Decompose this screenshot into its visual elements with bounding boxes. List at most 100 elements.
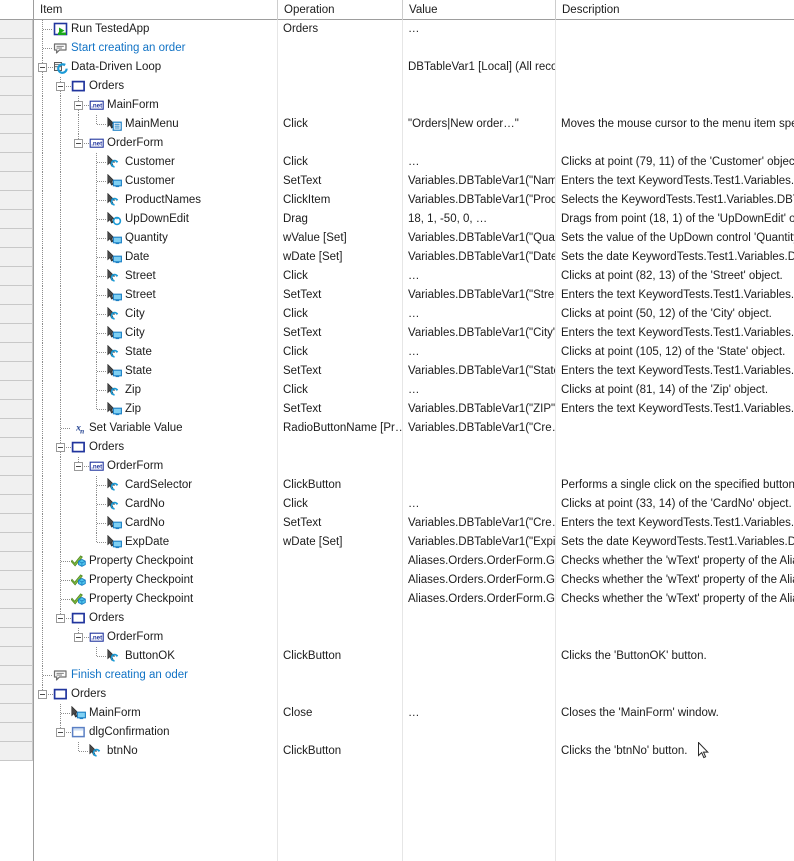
cell-description[interactable] [555,39,794,58]
cell-item[interactable]: ButtonOK [34,647,277,666]
gutter-row-cell[interactable] [0,609,33,628]
row-selector-gutter[interactable] [0,0,34,861]
cell-item[interactable]: Customer [34,172,277,191]
gutter-row-cell[interactable] [0,134,33,153]
grid-row[interactable]: UpDownEdit Drag 18, 1, -50, 0, … Drags from… [34,210,794,229]
gutter-row-cell[interactable] [0,666,33,685]
cell-description[interactable] [555,419,794,438]
cell-operation[interactable] [277,723,402,742]
gutter-row-cell[interactable] [0,419,33,438]
cell-operation[interactable]: Click [277,267,402,286]
cell-description[interactable]: Clicks at point (33, 14) of the 'CardNo'… [555,495,794,514]
gutter-row-cell[interactable] [0,514,33,533]
cell-item[interactable]: ExpDate [34,533,277,552]
gutter-row-cell[interactable] [0,495,33,514]
cell-item[interactable]: State [34,362,277,381]
cell-description[interactable]: Enters the text KeywordTests.Test1.Varia… [555,324,794,343]
cell-item[interactable]: Quantity [34,229,277,248]
cell-description[interactable]: Clicks at point (50, 12) of the 'City' o… [555,305,794,324]
gutter-row-cell[interactable] [0,533,33,552]
cell-value[interactable]: … [402,267,555,286]
grid-row[interactable]: CardNo SetText Variables.DBTableVar1("Cre…… [34,514,794,533]
tree-expander-toggle[interactable] [56,82,65,91]
cell-item[interactable]: Customer [34,153,277,172]
column-header-operation[interactable]: Operation [277,0,402,20]
cell-description[interactable] [555,438,794,457]
cell-operation[interactable]: SetText [277,324,402,343]
cell-value[interactable]: … [402,153,555,172]
cell-description[interactable]: Moves the mouse cursor to the menu item … [555,115,794,134]
grid-row[interactable]: Customer SetText Variables.DBTableVar1("Na… [34,172,794,191]
cell-description[interactable] [555,77,794,96]
gutter-row-cell[interactable] [0,476,33,495]
gutter-row-cell[interactable] [0,20,33,39]
cell-operation[interactable] [277,590,402,609]
cell-item[interactable]: CardSelector [34,476,277,495]
cell-operation[interactable] [277,39,402,58]
grid-row[interactable]: Zip SetText Variables.DBTableVar1("ZIP") En… [34,400,794,419]
gutter-row-cell[interactable] [0,457,33,476]
cell-item[interactable]: Orders [34,438,277,457]
gutter-row-cell[interactable] [0,248,33,267]
cell-description[interactable] [555,96,794,115]
cell-operation[interactable] [277,457,402,476]
cell-value[interactable]: Variables.DBTableVar1("Cre… [402,514,555,533]
grid-row[interactable]: City SetText Variables.DBTableVar1("City")… [34,324,794,343]
cell-description[interactable]: Sets the date KeywordTests.Test1.Variabl… [555,248,794,267]
grid-row[interactable]: btnNo ClickButton Clicks the 'btnNo' butto… [34,742,794,761]
cell-description[interactable] [555,628,794,647]
grid-row[interactable]: Finish creating an oder [34,666,794,685]
grid-row[interactable]: Customer Click… Clicks at point (79, 11) o… [34,153,794,172]
cell-value[interactable]: 18, 1, -50, 0, … [402,210,555,229]
cell-value[interactable] [402,628,555,647]
gutter-row-cell[interactable] [0,590,33,609]
gutter-row-cell[interactable] [0,723,33,742]
gutter-row-cell[interactable] [0,381,33,400]
cell-item[interactable]: UpDownEdit [34,210,277,229]
cell-value[interactable]: Variables.DBTableVar1("Prod… [402,191,555,210]
column-header-description[interactable]: Description [555,0,794,20]
grid-row[interactable]: Property Checkpoint Aliases.Orders.OrderF… [34,571,794,590]
grid-row[interactable]: CardSelector ClickButton Performs a single… [34,476,794,495]
cell-operation[interactable]: Click [277,495,402,514]
cell-value[interactable]: Variables.DBTableVar1("City") [402,324,555,343]
grid-row[interactable]: Zip Click… Clicks at point (81, 14) of the… [34,381,794,400]
cell-operation[interactable] [277,438,402,457]
cell-item[interactable]: Finish creating an oder [34,666,277,685]
cell-item[interactable]: Property Checkpoint [34,552,277,571]
cell-description[interactable] [555,134,794,153]
cell-description[interactable]: Selects the KeywordTests.Test1.Variables… [555,191,794,210]
cell-value[interactable]: … [402,495,555,514]
cell-value[interactable] [402,39,555,58]
grid-row[interactable]: .net MainForm [34,96,794,115]
cell-operation[interactable]: ClickButton [277,647,402,666]
tree-expander-toggle[interactable] [56,614,65,623]
gutter-row-cell[interactable] [0,704,33,723]
gutter-row-cell[interactable] [0,362,33,381]
gutter-row-cell[interactable] [0,58,33,77]
cell-item[interactable]: MainForm [34,704,277,723]
grid-row[interactable]: ExpDate wDate [Set] Variables.DBTableVar1(… [34,533,794,552]
grid-row[interactable]: x n Set Variable Value RadioButtonName [Pr…… [34,419,794,438]
cell-description[interactable]: Clicks at point (81, 14) of the 'Zip' ob… [555,381,794,400]
cell-item[interactable]: Date [34,248,277,267]
cell-item[interactable]: Data-Driven Loop [34,58,277,77]
cell-item[interactable]: CardNo [34,495,277,514]
cell-item[interactable]: dlgConfirmation [34,723,277,742]
cell-description[interactable]: Checks whether the 'wText' property of t… [555,552,794,571]
cell-value[interactable]: Variables.DBTableVar1("Stre… [402,286,555,305]
tree-expander-toggle[interactable] [38,63,47,72]
gutter-row-cell[interactable] [0,685,33,704]
cell-item[interactable]: x n Set Variable Value [34,419,277,438]
grid-row[interactable]: Run TestedApp Orders… [34,20,794,39]
cell-operation[interactable]: Click [277,343,402,362]
cell-item[interactable]: Orders [34,609,277,628]
cell-description[interactable] [555,20,794,39]
cell-value[interactable] [402,685,555,704]
gutter-row-cell[interactable] [0,305,33,324]
gutter-row-cell[interactable] [0,229,33,248]
grid-row[interactable]: ProductNames ClickItem Variables.DBTableVa… [34,191,794,210]
cell-item[interactable]: Orders [34,685,277,704]
cell-item[interactable]: .net MainForm [34,96,277,115]
gutter-row-cell[interactable] [0,39,33,58]
